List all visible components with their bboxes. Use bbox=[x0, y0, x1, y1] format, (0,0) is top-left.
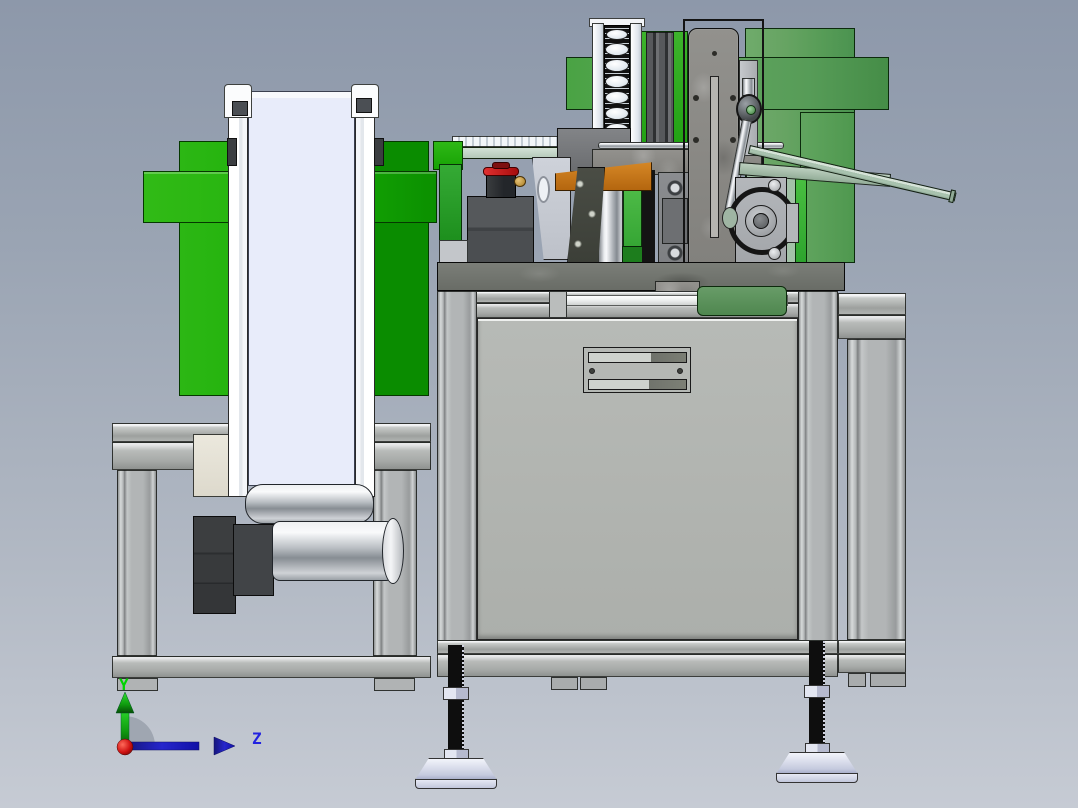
vent-hole bbox=[677, 368, 683, 374]
feed-part bbox=[605, 59, 629, 72]
stand-left-leg bbox=[117, 470, 157, 656]
vent-hole bbox=[589, 368, 595, 374]
feed-part bbox=[605, 107, 629, 120]
vent-slot bbox=[588, 352, 687, 363]
hex-nut bbox=[443, 687, 469, 700]
leveling-foot-right[interactable] bbox=[776, 641, 858, 786]
threaded-rod bbox=[448, 645, 464, 760]
z-axis-label: Z bbox=[252, 729, 262, 748]
cam-mechanism[interactable] bbox=[722, 175, 805, 270]
head-bearing-left bbox=[232, 101, 248, 116]
plate-hole bbox=[693, 137, 699, 143]
foot-base bbox=[415, 779, 497, 789]
hex-nut bbox=[804, 685, 830, 698]
foot-cone bbox=[415, 758, 497, 780]
gearbox-flange bbox=[233, 524, 274, 596]
head-bearing-right bbox=[356, 98, 372, 113]
vent-slot-plate bbox=[583, 347, 691, 393]
plate-slot bbox=[710, 76, 719, 238]
feed-part bbox=[605, 75, 629, 88]
green-mount-plate[interactable] bbox=[697, 286, 787, 316]
vent-slot bbox=[588, 379, 687, 390]
leveling-foot-left[interactable] bbox=[415, 645, 497, 790]
rail-guide-strips bbox=[646, 32, 674, 144]
cam-hub-inner bbox=[753, 213, 769, 229]
conveyor-drive-motor[interactable] bbox=[272, 521, 394, 581]
stand-foot-pad bbox=[374, 678, 415, 691]
left-green-strip bbox=[439, 164, 462, 242]
bearing-ball bbox=[746, 105, 756, 115]
cam-cutout bbox=[722, 207, 738, 229]
belt-roller bbox=[245, 484, 374, 524]
orientation-triad[interactable]: Y Z bbox=[58, 678, 278, 803]
rail-clamp-right bbox=[374, 138, 384, 166]
frame-right-post bbox=[798, 291, 838, 677]
cam-bolt bbox=[768, 247, 781, 260]
frame-mid-post-stub bbox=[549, 291, 567, 318]
feed-part bbox=[606, 29, 628, 40]
feed-part bbox=[605, 91, 629, 104]
gearbox[interactable] bbox=[193, 516, 236, 614]
conveyor-belt[interactable] bbox=[248, 91, 355, 486]
rail-clamp-left bbox=[227, 138, 237, 166]
plate-hole bbox=[693, 95, 699, 101]
ext-top-beam bbox=[838, 293, 906, 315]
guide-bar-end-cap bbox=[948, 189, 957, 204]
plate-hole bbox=[730, 137, 736, 143]
gold-knob bbox=[514, 176, 526, 187]
frame-foot-tab bbox=[580, 677, 607, 690]
cam-bolt bbox=[768, 179, 781, 192]
frame-foot-tab bbox=[551, 677, 578, 690]
foot-cone bbox=[776, 752, 858, 774]
conveyor-rail-right bbox=[355, 88, 375, 497]
plate-hole bbox=[730, 95, 736, 101]
cam-side-bracket bbox=[786, 203, 799, 243]
plate-hole bbox=[712, 51, 717, 56]
x-axis-origin-ball[interactable] bbox=[116, 738, 134, 756]
stand-bottom-beam bbox=[112, 656, 431, 678]
part-rail-right bbox=[630, 23, 642, 147]
ext-vertical-profile bbox=[847, 339, 906, 640]
foot-base bbox=[776, 773, 858, 783]
estop-housing[interactable] bbox=[467, 196, 534, 263]
plate-hole bbox=[537, 176, 550, 203]
cad-viewport[interactable]: Y Z bbox=[0, 0, 1078, 808]
feed-part bbox=[605, 43, 629, 56]
ext-foot-tab bbox=[870, 673, 906, 687]
green-panel-mid bbox=[800, 112, 855, 263]
y-axis-label: Y bbox=[119, 678, 129, 694]
estop-cap bbox=[492, 162, 510, 169]
frame-left-post bbox=[437, 291, 477, 677]
ext-top-beam2 bbox=[838, 315, 906, 339]
left-gray-block bbox=[439, 240, 468, 263]
motor-end-cap bbox=[382, 518, 404, 584]
